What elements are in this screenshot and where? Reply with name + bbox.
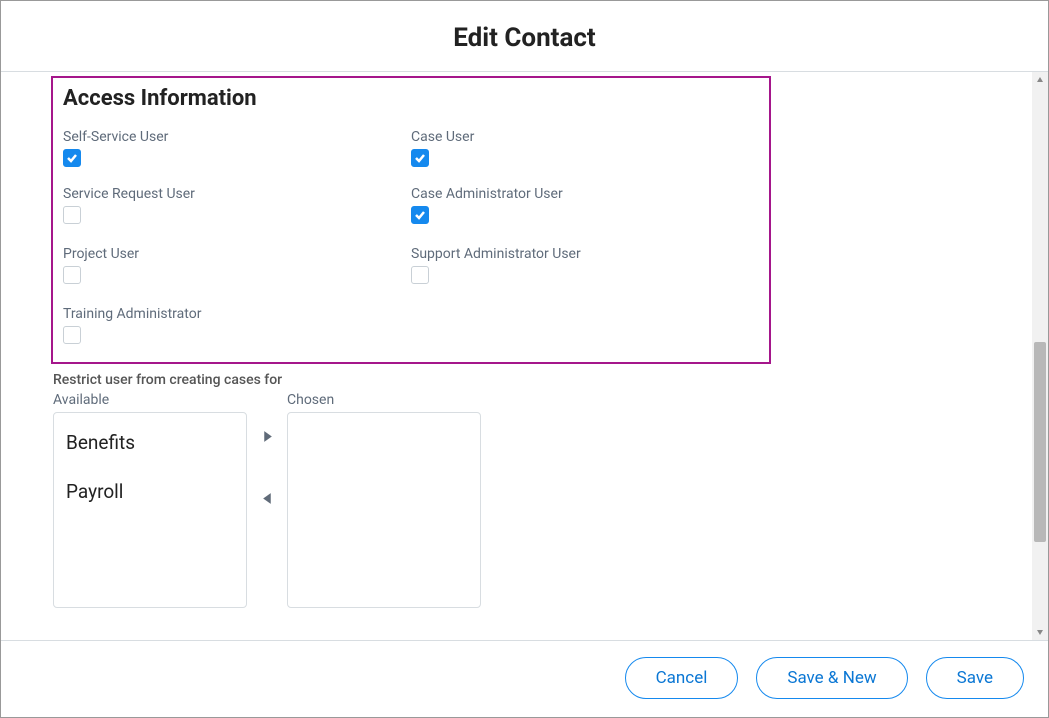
self-service-user-checkbox[interactable] <box>63 149 81 167</box>
checkbox-label: Training Administrator <box>63 306 411 322</box>
scroll-up-button[interactable] <box>1032 72 1048 88</box>
transfer-arrows <box>259 392 275 506</box>
dual-listbox: Available Benefits Payroll Chosen <box>53 392 1018 608</box>
chosen-listbox[interactable] <box>287 412 481 608</box>
available-listbox[interactable]: Benefits Payroll <box>53 412 247 608</box>
service-request-user-checkbox[interactable] <box>63 206 81 224</box>
scrollbar-thumb[interactable] <box>1034 342 1046 542</box>
training-admin-checkbox[interactable] <box>63 326 81 344</box>
training-admin-field: Training Administrator <box>63 306 411 348</box>
list-item[interactable]: Payroll <box>66 472 234 521</box>
dialog-title: Edit Contact <box>1 23 1048 53</box>
support-admin-user-checkbox[interactable] <box>411 266 429 284</box>
cancel-button[interactable]: Cancel <box>625 657 739 699</box>
available-column: Available Benefits Payroll <box>53 392 247 608</box>
checkbox-label: Case User <box>411 129 759 145</box>
available-label: Available <box>53 392 247 408</box>
case-admin-user-checkbox[interactable] <box>411 206 429 224</box>
project-user-field: Project User <box>63 246 411 288</box>
case-admin-user-field: Case Administrator User <box>411 186 759 228</box>
checkbox-label: Service Request User <box>63 186 411 202</box>
chosen-label: Chosen <box>287 392 481 408</box>
checkbox-label: Support Administrator User <box>411 246 759 262</box>
self-service-user-field: Self-Service User <box>63 129 411 168</box>
restrict-label: Restrict user from creating cases for <box>53 372 1018 388</box>
save-and-new-button[interactable]: Save & New <box>756 657 907 699</box>
triangle-up-icon <box>1036 76 1044 84</box>
move-right-button[interactable] <box>259 428 275 444</box>
dialog-footer: Cancel Save & New Save <box>1 640 1048 717</box>
project-user-checkbox[interactable] <box>63 266 81 284</box>
dialog-header: Edit Contact <box>1 1 1048 71</box>
scroll-down-button[interactable] <box>1032 624 1048 640</box>
checkbox-grid: Self-Service User Case User Service Re <box>63 129 759 348</box>
section-title: Access Information <box>63 86 759 111</box>
access-information-section: Access Information Self-Service User Cas… <box>51 76 771 364</box>
dialog-body: Access Information Self-Service User Cas… <box>1 72 1048 640</box>
chevron-right-icon <box>262 430 273 443</box>
case-user-field: Case User <box>411 129 759 168</box>
move-left-button[interactable] <box>259 490 275 506</box>
case-user-checkbox[interactable] <box>411 149 429 167</box>
edit-contact-dialog: Edit Contact Access Information Self-Ser… <box>0 0 1049 718</box>
checkbox-label: Case Administrator User <box>411 186 759 202</box>
save-button[interactable]: Save <box>926 657 1024 699</box>
chevron-left-icon <box>262 492 273 505</box>
support-admin-user-field: Support Administrator User <box>411 246 759 288</box>
check-icon <box>66 152 78 164</box>
checkbox-label: Project User <box>63 246 411 262</box>
check-icon <box>414 209 426 221</box>
checkbox-label: Self-Service User <box>63 129 411 145</box>
vertical-scrollbar[interactable] <box>1032 72 1048 640</box>
chosen-column: Chosen <box>287 392 481 608</box>
triangle-down-icon <box>1036 628 1044 636</box>
list-item[interactable]: Benefits <box>66 423 234 472</box>
service-request-user-field: Service Request User <box>63 186 411 228</box>
check-icon <box>414 152 426 164</box>
